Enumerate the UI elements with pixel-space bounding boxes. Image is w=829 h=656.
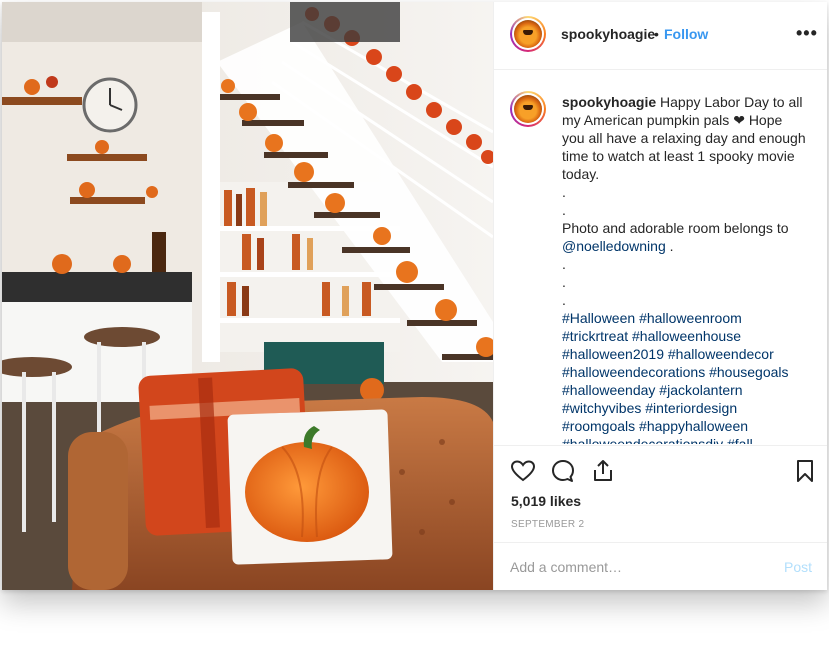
hashtag-link[interactable]: #trickrtreat <box>562 328 628 344</box>
caption-username[interactable]: spookyhoagie <box>562 94 656 110</box>
hashtag-link[interactable]: #happyhalloween <box>639 418 748 434</box>
more-options-icon[interactable]: ••• <box>796 23 818 44</box>
caption-avatar[interactable] <box>510 91 546 127</box>
hashtag-link[interactable]: #witchyvibes <box>562 400 641 416</box>
jack-o-lantern-avatar-icon <box>514 95 542 123</box>
post-side-panel: spookyhoagie • Follow ••• spookyhoagie H… <box>493 2 827 590</box>
post-actions: 5,019 likes SEPTEMBER 2 Post <box>494 445 827 590</box>
comment-bar: Post <box>494 542 827 590</box>
black-heart-emoji: ❤ <box>733 112 745 128</box>
hashtag-link[interactable]: #jackolantern <box>659 382 742 398</box>
caption-scroll-area[interactable]: spookyhoagie Happy Labor Day to all my A… <box>494 70 827 444</box>
hashtag-link[interactable]: #halloweenroom <box>639 310 742 326</box>
hashtag-link[interactable]: #halloweenday <box>562 382 655 398</box>
post-card: spookyhoagie • Follow ••• spookyhoagie H… <box>2 2 827 590</box>
post-comment-button[interactable]: Post <box>784 559 812 575</box>
header-username[interactable]: spookyhoagie <box>561 26 655 42</box>
hashtag-link[interactable]: #halloweendecorations <box>562 364 705 380</box>
caption-dot: . <box>562 202 566 218</box>
hashtag-link[interactable]: #fall <box>727 436 753 444</box>
caption-dot: . <box>562 292 566 308</box>
hashtag-link[interactable]: #housegoals <box>709 364 788 380</box>
hashtag-link[interactable]: #halloweendecorationsdiy <box>562 436 723 444</box>
speech-bubble-icon[interactable] <box>550 458 576 484</box>
photo-illustration <box>2 2 493 590</box>
caption-dot: . <box>562 256 566 272</box>
hashtag-list: #Halloween #halloweenroom #trickrtreat #… <box>562 309 807 444</box>
hashtag-link[interactable]: #Halloween <box>562 310 635 326</box>
avatar[interactable] <box>510 16 546 52</box>
hashtag-link[interactable]: #halloweenhouse <box>632 328 741 344</box>
caption-dot: . <box>562 184 566 200</box>
comment-input[interactable] <box>510 555 760 579</box>
hashtag-link[interactable]: #roomgoals <box>562 418 635 434</box>
hashtag-link[interactable]: #halloween2019 <box>562 346 664 362</box>
caption-dot: . <box>562 274 566 290</box>
mention-period: . <box>669 238 674 254</box>
post-header: spookyhoagie • Follow ••• <box>494 2 827 70</box>
photo-credit-text: Photo and adorable room belongs to <box>562 220 789 236</box>
hashtag-link[interactable]: #interiordesign <box>645 400 737 416</box>
share-arrow-icon[interactable] <box>590 458 616 484</box>
hashtag-link[interactable]: #halloweendecor <box>668 346 774 362</box>
like-count[interactable]: 5,019 likes <box>511 493 581 509</box>
bookmark-icon[interactable] <box>792 458 818 484</box>
post-photo[interactable] <box>2 2 493 590</box>
header-separator: • <box>654 26 659 42</box>
follow-button[interactable]: Follow <box>664 26 708 42</box>
heart-outline-icon[interactable] <box>510 458 536 484</box>
mention-link[interactable]: @noelledowning <box>562 238 666 254</box>
jack-o-lantern-avatar-icon <box>514 20 542 48</box>
post-date: SEPTEMBER 2 <box>511 519 585 530</box>
caption-text: spookyhoagie Happy Labor Day to all my A… <box>562 93 807 444</box>
